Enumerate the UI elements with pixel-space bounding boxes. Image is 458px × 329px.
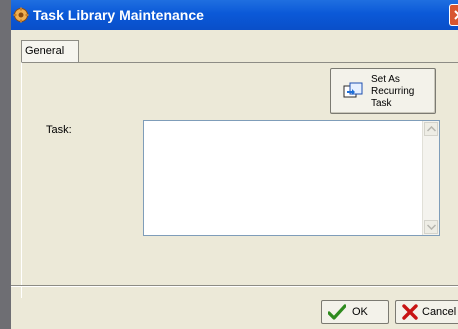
close-icon bbox=[454, 10, 458, 20]
task-scrollbar[interactable] bbox=[422, 121, 439, 235]
title-bar[interactable]: Task Library Maintenance bbox=[11, 0, 458, 30]
left-edge-strip bbox=[0, 0, 11, 329]
dialog-window: Task Library Maintenance General Set As … bbox=[0, 0, 458, 329]
tab-general[interactable]: General bbox=[21, 40, 79, 62]
task-textarea[interactable] bbox=[143, 120, 440, 236]
dialog-client-area: General Set As Recurring Task Task: OK C… bbox=[11, 30, 458, 329]
chevron-up-icon bbox=[427, 126, 436, 132]
close-button[interactable] bbox=[449, 4, 458, 26]
task-label: Task: bbox=[46, 124, 72, 136]
cancel-label: Cancel bbox=[422, 306, 457, 318]
scroll-up-arrow[interactable] bbox=[424, 122, 438, 136]
window-title: Task Library Maintenance bbox=[33, 7, 204, 23]
cancel-button[interactable]: Cancel bbox=[395, 300, 458, 324]
x-icon bbox=[402, 304, 420, 320]
recurring-button-label: Set As Recurring Task bbox=[371, 74, 415, 109]
ok-label: OK bbox=[352, 306, 368, 318]
set-as-recurring-task-button[interactable]: Set As Recurring Task bbox=[330, 68, 436, 114]
checkmark-icon bbox=[327, 304, 347, 320]
scroll-down-arrow[interactable] bbox=[424, 220, 438, 234]
footer-divider bbox=[11, 285, 458, 287]
app-settings-icon bbox=[13, 7, 29, 23]
ok-button[interactable]: OK bbox=[321, 300, 389, 324]
chevron-down-icon bbox=[427, 224, 436, 230]
recurring-task-icon bbox=[343, 82, 363, 100]
